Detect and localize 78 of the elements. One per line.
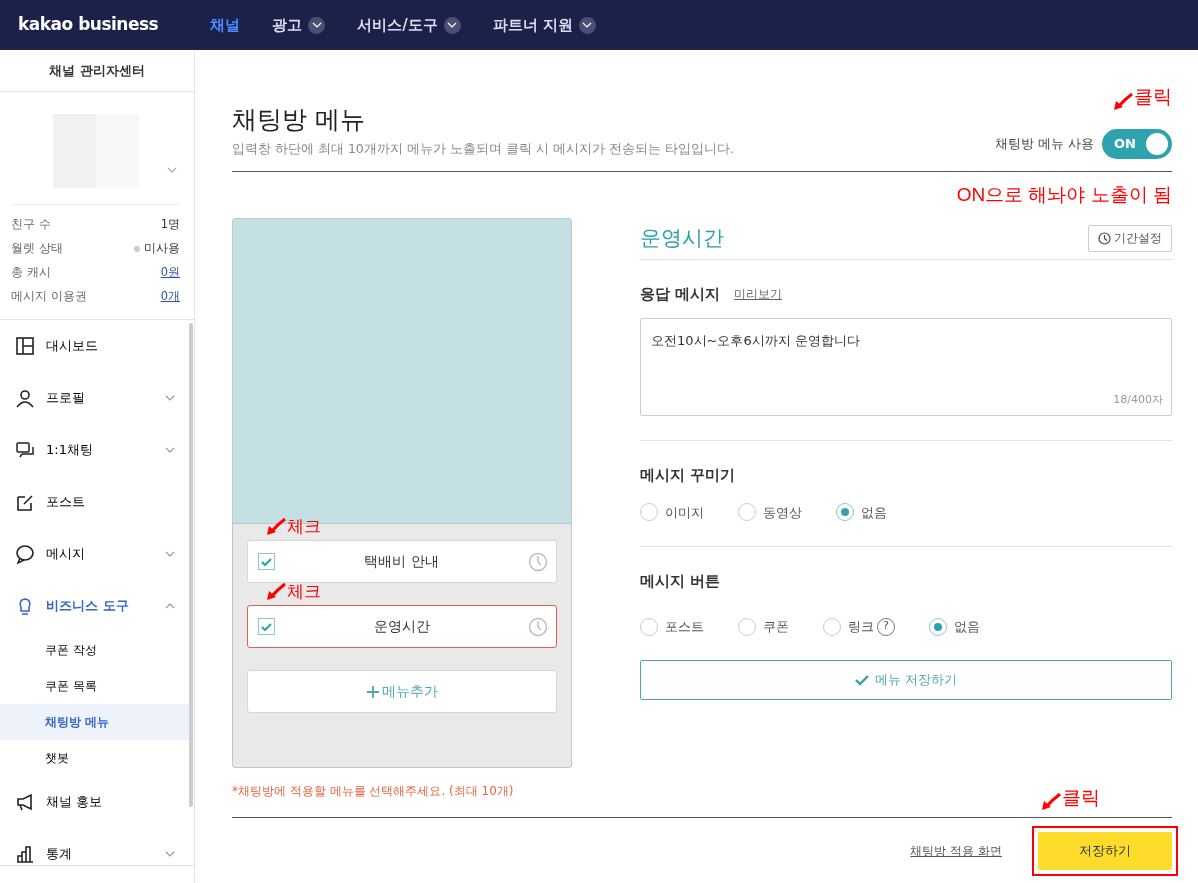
nav-tab[interactable]: 파트너 지원 [492, 13, 596, 37]
arrow-icon [1040, 792, 1062, 812]
sidebar-submenu-item[interactable]: 쿠폰 목록 [0, 668, 190, 704]
nav-tab[interactable]: 광고 [272, 13, 326, 37]
arrow-icon [265, 517, 287, 537]
stat-label: 친구 수 [11, 216, 51, 234]
radio-option[interactable]: 없음 [929, 616, 980, 637]
stat-link[interactable]: 0개 [160, 288, 180, 306]
annotation-text: 체크 [287, 583, 321, 602]
clock-icon[interactable] [528, 616, 548, 637]
plus-icon [366, 684, 380, 699]
clock-icon [1098, 232, 1111, 245]
section-label: 응답 메시지 [640, 285, 721, 304]
status-dot [134, 246, 140, 252]
annotation-text: 체크 [287, 518, 321, 537]
stat-label: 총 캐시 [11, 264, 51, 282]
radio-option[interactable]: 동영상 [738, 502, 802, 522]
sidebar-submenu-item[interactable]: 쿠폰 작성 [0, 632, 190, 668]
checkmark-icon [855, 674, 869, 687]
sidebar-submenu-item[interactable]: 채팅방 메뉴 [0, 704, 190, 740]
chat-menu-item[interactable]: 운영시간 [247, 605, 557, 648]
menu-item-label: 택배비 안내 [363, 552, 440, 572]
checkbox[interactable] [258, 553, 275, 570]
notice-text: *채팅방에 적용할 메뉴를 선택해주세요. (최대 10개) [232, 783, 515, 800]
radio-option[interactable]: 링크 ? [823, 616, 895, 637]
sidebar-title: 채널 관리자센터 [0, 50, 194, 92]
bar-chart-icon [16, 844, 34, 864]
checkmark-icon [260, 555, 273, 568]
period-setting-button[interactable]: 기간설정 [1088, 225, 1172, 252]
annotation-text: 클릭 [1134, 85, 1172, 109]
sidebar-menu-item[interactable]: 대시보드 [0, 320, 190, 372]
sidebar-menu-item[interactable]: 프로필 [0, 372, 190, 424]
sidebar-menu-item[interactable]: 통계 [0, 828, 190, 880]
edit-icon [16, 492, 34, 512]
preview-link[interactable]: 미리보기 [734, 286, 783, 304]
stat-label: 메시지 이용권 [11, 288, 87, 306]
arrow-icon [265, 582, 287, 602]
lightbulb-icon [16, 596, 34, 616]
chat-menu-item[interactable]: 택배비 안내 [247, 540, 557, 583]
chat-bubbles-icon [16, 440, 34, 460]
arrow-icon [1112, 91, 1134, 112]
sidebar-menu-item[interactable]: 채널 홍보 [0, 776, 190, 828]
radio-option[interactable]: 쿠폰 [738, 616, 789, 637]
stat-value: 1명 [160, 216, 180, 234]
person-icon [16, 388, 34, 408]
menu-title: 운영시간 [640, 224, 724, 252]
page-description: 입력창 하단에 최대 10개까지 메뉴가 노출되며 클릭 시 메시지가 전송되는 타입입니다. [232, 140, 734, 159]
annotation-text: 클릭 [1062, 785, 1100, 810]
nav-tab[interactable]: 서비스/도구 [357, 13, 461, 37]
message-text-area[interactable]: 오전10시~오후6시까지 운영합니다 18/400자 [640, 317, 1172, 416]
megaphone-icon [16, 792, 34, 812]
stat-link[interactable]: 0원 [160, 264, 180, 282]
sidebar-submenu-item[interactable]: 챗봇 [0, 740, 190, 776]
logo[interactable]: kakao business [18, 12, 159, 38]
section-label: 메시지 버튼 [640, 572, 722, 591]
character-counter: 18/400자 [1113, 392, 1163, 409]
radio-option[interactable]: 이미지 [640, 502, 704, 522]
stat-label: 월렛 상태 [11, 240, 63, 258]
radio-option[interactable]: 포스트 [640, 616, 704, 637]
speech-bubble-icon [16, 544, 34, 564]
nav-tab[interactable]: 채널 [210, 13, 241, 37]
checkmark-icon [260, 620, 273, 633]
section-label: 메시지 꾸미기 [640, 465, 737, 485]
sidebar-menu-item[interactable]: 메시지 [0, 528, 190, 580]
sidebar-menu-item[interactable]: 포스트 [0, 476, 190, 528]
dashboard-icon [16, 336, 34, 356]
stat-value: 미사용 [144, 240, 180, 258]
sidebar-menu-item[interactable]: 1:1채팅 [0, 424, 190, 476]
radio-option[interactable]: 없음 [836, 502, 887, 522]
chat-preview-link[interactable]: 채팅방 적용 화면 [910, 841, 1002, 860]
save-button[interactable]: 저장하기 [1038, 831, 1172, 870]
sidebar-menu-item[interactable]: 비즈니스 도구 [0, 580, 190, 632]
toggle-label: 채팅방 메뉴 사용 [995, 134, 1094, 153]
annotation-text: ON으로 해놔야 노출이 됨 [956, 182, 1172, 207]
checkbox[interactable] [258, 618, 275, 635]
page-title: 채팅방 메뉴 [232, 105, 366, 136]
clock-icon[interactable] [528, 551, 548, 572]
menu-item-label: 운영시간 [372, 617, 431, 637]
